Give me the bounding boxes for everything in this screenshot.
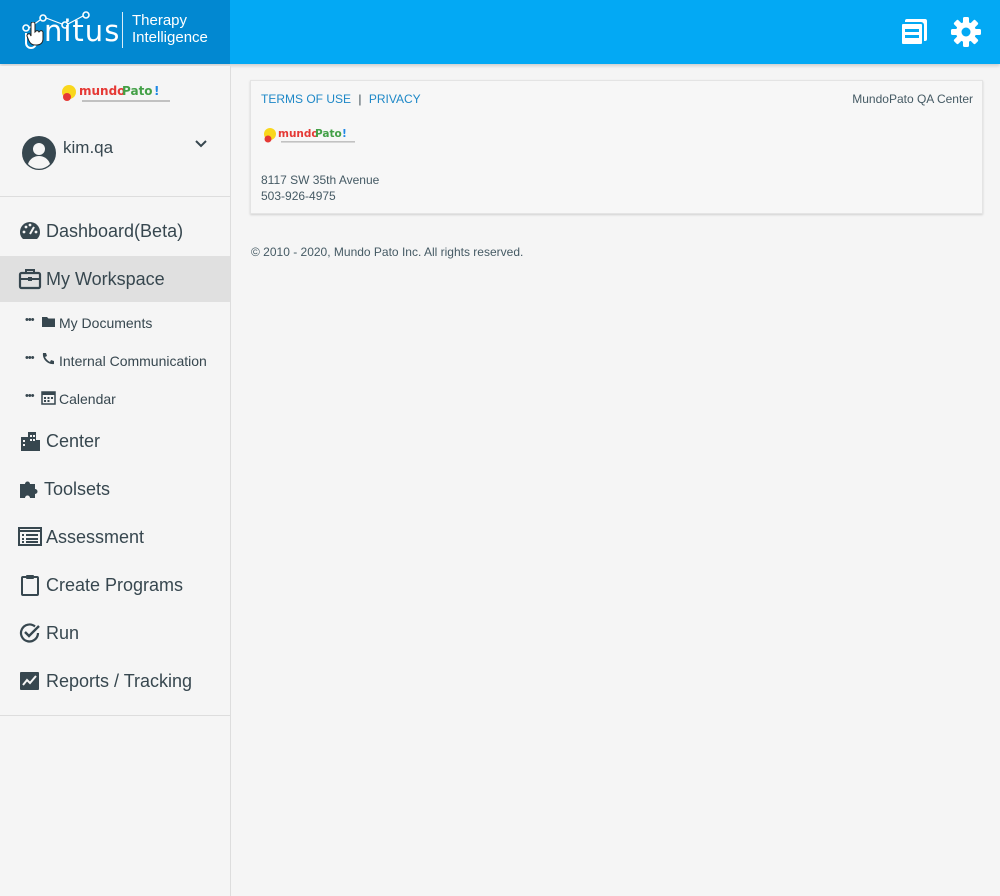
sidebar-item-label: Dashboard(Beta) <box>46 221 184 241</box>
mundopato-logo: mundo Pato ! <box>264 128 355 143</box>
tagline-line-2: Intelligence <box>132 29 208 46</box>
documents-icon[interactable] <box>898 16 930 48</box>
svg-text:mundo: mundo <box>79 84 125 98</box>
brand-wordmark: nitus <box>44 14 121 48</box>
footer-links: TERMS OF USE | PRIVACY <box>261 92 421 106</box>
building-icon <box>21 432 40 451</box>
center-name: MundoPato QA Center <box>852 92 973 106</box>
sidebar: mundo Pato ! kim.qa Dashboard(Beta) My W… <box>0 66 231 896</box>
check-circle-icon <box>19 623 40 643</box>
puzzle-icon <box>20 481 38 498</box>
sidebar-item-center[interactable]: Center <box>0 418 230 464</box>
sidebar-item-reports-tracking[interactable]: Reports / Tracking <box>0 658 230 704</box>
username[interactable]: kim.qa <box>63 138 113 158</box>
settings-gear-icon[interactable] <box>950 16 982 48</box>
mundopato-logo: mundo Pato ! <box>62 84 170 102</box>
chart-line-icon <box>20 672 39 690</box>
top-bar: nitus Therapy Intelligence <box>0 0 1000 64</box>
brand-area[interactable]: nitus Therapy Intelligence <box>0 0 230 64</box>
brand-tagline: Therapy Intelligence <box>132 12 208 46</box>
sidebar-item-label: Calendar <box>59 391 116 407</box>
sidebar-subitem-calendar[interactable]: ••• Calendar <box>0 382 230 416</box>
sidebar-item-create-programs[interactable]: Create Programs <box>0 562 230 608</box>
sidebar-item-label: Assessment <box>46 527 145 547</box>
dashboard-gauge-icon <box>20 222 40 239</box>
list-icon <box>18 527 42 546</box>
phone-number: 503-926-4975 <box>261 189 336 203</box>
clipboard-icon <box>21 575 39 596</box>
svg-text:Pato: Pato <box>122 84 153 98</box>
sidebar-item-run[interactable]: Run <box>0 610 230 656</box>
sidebar-item-label: Run <box>46 623 80 643</box>
sidebar-item-label: Toolsets <box>44 479 111 499</box>
sidebar-item-label: Center <box>46 431 101 451</box>
sidebar-subitem-my-documents[interactable]: ••• My Documents <box>0 306 230 340</box>
sidebar-item-label: Internal Communication <box>59 353 207 369</box>
sidebar-divider <box>0 715 230 716</box>
sidebar-item-toolsets[interactable]: Toolsets <box>0 466 230 512</box>
link-separator: | <box>358 92 362 106</box>
tree-dots: ••• <box>25 352 35 364</box>
folder-icon <box>42 317 55 327</box>
sidebar-divider <box>0 196 230 197</box>
copyright-text: © 2010 - 2020, Mundo Pato Inc. All right… <box>251 245 524 259</box>
svg-text:mundo: mundo <box>278 128 319 140</box>
sidebar-item-my-workspace[interactable]: My Workspace <box>0 256 230 302</box>
sidebar-item-label: My Documents <box>59 315 153 331</box>
sidebar-item-label: Create Programs <box>46 575 184 595</box>
chevron-down-icon[interactable] <box>193 136 209 152</box>
brand-separator <box>122 12 123 48</box>
hand-cursor-icon <box>26 22 44 46</box>
center-address: 8117 SW 35th Avenue 503-926-4975 <box>261 172 379 204</box>
footer-card: TERMS OF USE | PRIVACY MundoPato QA Cent… <box>250 80 983 214</box>
svg-text:!: ! <box>154 84 159 98</box>
sidebar-item-label: My Workspace <box>46 269 165 289</box>
tagline-line-1: Therapy <box>132 12 188 29</box>
sidebar-subitem-internal-communication[interactable]: ••• Internal Communication <box>0 344 230 378</box>
sidebar-item-label: Reports / Tracking <box>46 671 193 691</box>
phone-icon <box>42 353 54 365</box>
sidebar-item-dashboard[interactable]: Dashboard(Beta) <box>0 208 230 254</box>
privacy-link[interactable]: PRIVACY <box>369 92 421 106</box>
address-line: 8117 SW 35th Avenue <box>261 173 380 187</box>
svg-text:Pato: Pato <box>315 128 342 140</box>
terms-of-use-link[interactable]: TERMS OF USE <box>261 92 351 106</box>
calendar-icon <box>41 391 56 405</box>
svg-text:!: ! <box>342 128 347 140</box>
sidebar-item-assessment[interactable]: Assessment <box>0 514 230 560</box>
avatar[interactable] <box>22 136 56 170</box>
tree-dots: ••• <box>25 390 35 402</box>
tree-dots: ••• <box>25 314 35 326</box>
briefcase-icon <box>18 269 42 290</box>
